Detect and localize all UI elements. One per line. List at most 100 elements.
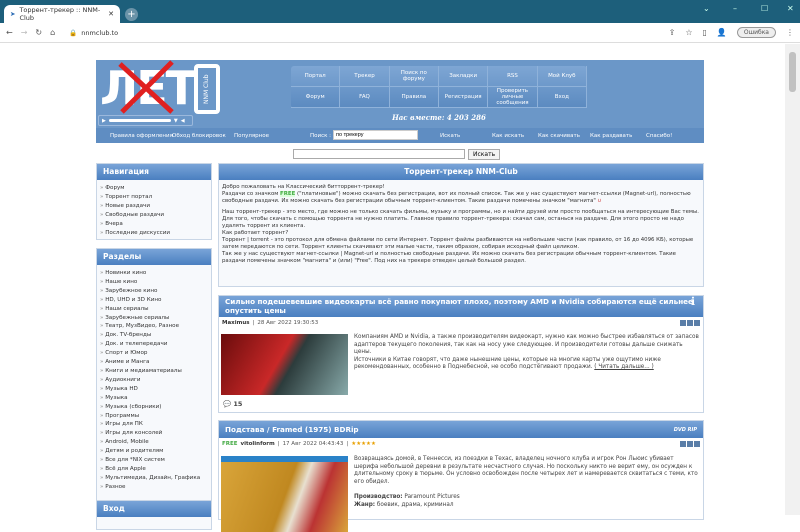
menu-rss[interactable]: RSS <box>488 66 538 87</box>
menu-faq[interactable]: FAQ <box>340 87 390 108</box>
nav-rules[interactable]: Правила оформления <box>110 133 173 139</box>
section-link[interactable]: Зарубежные сериалы <box>97 314 211 323</box>
section-link[interactable]: Док. TV-бренды <box>97 331 211 340</box>
comments-count[interactable]: 💬 15 <box>223 400 242 408</box>
section-link[interactable]: Мультимедиа, Дизайн, Графика <box>97 474 211 483</box>
nav-link[interactable]: Последние дискуссии <box>97 229 211 238</box>
menu-portal[interactable]: Портал <box>291 66 341 87</box>
search-label: Поиск : <box>310 132 332 139</box>
section-link[interactable]: Наше кино <box>97 278 211 287</box>
section-link[interactable]: Программы <box>97 412 211 421</box>
share-vk-icon[interactable] <box>694 320 700 326</box>
navigation-box: Навигация Форум Торрент портал Новые раз… <box>96 163 212 240</box>
welcome-p5: Торрент | torrent - это протокол для обм… <box>222 237 694 250</box>
nav-thanks[interactable]: Спасибо! <box>646 133 672 139</box>
close-window-icon[interactable]: ✕ <box>787 4 794 13</box>
section-link[interactable]: Спорт и Юмор <box>97 349 211 358</box>
browser-tab[interactable]: ➤ Торрент-трекер :: NNM-Club ✕ <box>4 5 120 23</box>
menu-forum[interactable]: Форум <box>291 87 341 108</box>
dropdown-icon[interactable]: ▼ <box>174 118 178 124</box>
menu-forum-search[interactable]: Поиск по форуму <box>389 66 439 87</box>
nav-link[interactable]: Свободные раздачи <box>97 211 211 220</box>
share-twitter-icon[interactable] <box>680 320 686 326</box>
section-link[interactable]: Игры для консолей <box>97 429 211 438</box>
welcome-p2a: Раздачи со значком <box>222 191 279 197</box>
site-favicon-icon: ➤ <box>10 10 16 18</box>
release-author[interactable]: vitolinform <box>241 441 275 447</box>
menu-tracker[interactable]: Трекер <box>340 66 390 87</box>
share-vk-icon[interactable] <box>694 441 700 447</box>
menu-rules[interactable]: Правила <box>389 87 439 108</box>
nav-link[interactable]: Новые раздачи <box>97 202 211 211</box>
section-link[interactable]: Аудиокниги <box>97 376 211 385</box>
section-link[interactable]: Аниме и Манга <box>97 358 211 367</box>
section-link[interactable]: Книги и медиаматериалы <box>97 367 211 376</box>
section-link[interactable]: Все для *NIX систем <box>97 456 211 465</box>
nav-link[interactable]: Форум <box>97 184 211 193</box>
nav-link[interactable]: Вчера <box>97 220 211 229</box>
nav-how-download[interactable]: Как скачивать <box>538 133 580 139</box>
back-icon[interactable]: ← <box>6 28 13 37</box>
player-progress[interactable] <box>108 119 171 122</box>
menu-my-club[interactable]: Мой Клуб <box>537 66 587 87</box>
release-item: Подстава / Framed (1975) BDRip DVD RIP FR… <box>218 420 704 532</box>
home-icon[interactable]: ⌂ <box>50 28 55 37</box>
section-link[interactable]: Музыка <box>97 394 211 403</box>
site-search-button[interactable]: Искать <box>468 149 501 160</box>
menu-register[interactable]: Регистрация <box>438 87 489 108</box>
tab-search-icon[interactable]: ⌄ <box>703 4 710 13</box>
nav-how-seed[interactable]: Как раздавать <box>590 133 632 139</box>
section-link[interactable]: Театр, МузВидео, Разное <box>97 322 211 331</box>
nav-bypass[interactable]: Обход блокировок <box>172 133 226 139</box>
share-twitter-icon[interactable] <box>680 441 686 447</box>
sections-title: Разделы <box>97 249 211 265</box>
menu-dots-icon[interactable]: ⋮ <box>786 28 794 37</box>
site-search-input[interactable] <box>293 149 465 159</box>
error-button[interactable]: Ошибка <box>736 27 776 38</box>
section-link[interactable]: Зарубежное кино <box>97 287 211 296</box>
nav-how-search[interactable]: Как искать <box>492 133 524 139</box>
play-icon[interactable]: ▶ <box>102 118 106 124</box>
section-link[interactable]: Наши сериалы <box>97 305 211 314</box>
menu-bookmarks[interactable]: Закладки <box>438 66 489 87</box>
section-link[interactable]: Разное <box>97 483 211 492</box>
section-link[interactable]: Новинки кино <box>97 269 211 278</box>
read-more-link[interactable]: ( Читать дальше... ) <box>594 364 653 370</box>
maximize-icon[interactable]: ☐ <box>761 4 768 13</box>
menu-login[interactable]: Вход <box>537 87 587 108</box>
section-link[interactable]: Музыка HD <box>97 385 211 394</box>
news-title[interactable]: Сильно подешевевшие видеокарты всё равно… <box>225 297 693 315</box>
page-scrollbar[interactable] <box>785 44 800 515</box>
release-title[interactable]: Подстава / Framed (1975) BDRip <box>225 425 359 434</box>
profile-icon[interactable]: 👤 <box>717 28 727 37</box>
section-link[interactable]: Всё для Apple <box>97 465 211 474</box>
section-link[interactable]: Android, Mobile <box>97 438 211 447</box>
forward-icon[interactable]: → <box>21 28 28 37</box>
news-author[interactable]: Maximus <box>222 320 250 326</box>
info-icon[interactable]: ℹ <box>691 296 695 306</box>
nav-link[interactable]: Торрент портал <box>97 193 211 202</box>
section-link[interactable]: Игры для ПК <box>97 420 211 429</box>
scrollbar-thumb[interactable] <box>789 52 796 92</box>
bookmark-star-icon[interactable]: ☆ <box>685 28 692 37</box>
new-tab-button[interactable]: + <box>125 8 138 21</box>
section-link[interactable]: Детям и родителям <box>97 447 211 456</box>
volume-icon[interactable]: ◀ <box>181 118 185 124</box>
nav-popular[interactable]: Популярное <box>234 133 269 139</box>
tracker-search-input[interactable] <box>333 130 418 140</box>
close-tab-icon[interactable]: ✕ <box>108 10 114 18</box>
minimize-icon[interactable]: – <box>733 4 737 13</box>
share-facebook-icon[interactable] <box>687 320 693 326</box>
share-facebook-icon[interactable] <box>687 441 693 447</box>
url-field[interactable]: 🔒 nnmclub.to <box>69 29 118 37</box>
sidepanel-icon[interactable]: ▯ <box>703 28 707 37</box>
section-link[interactable]: Док. и телепередачи <box>97 340 211 349</box>
section-link[interactable]: HD, UHD и 3D Кино <box>97 296 211 305</box>
welcome-title: Торрент-трекер NNM-Club <box>219 164 703 180</box>
nav-search-button[interactable]: Искать <box>440 133 460 139</box>
share-icon[interactable]: ⇪ <box>669 28 676 37</box>
audio-player[interactable]: ▶ ▼ ◀ <box>98 115 193 126</box>
reload-icon[interactable]: ↻ <box>35 28 42 37</box>
menu-messages[interactable]: Проверить личные сообщения <box>488 87 538 108</box>
section-link[interactable]: Музыка (сборники) <box>97 403 211 412</box>
